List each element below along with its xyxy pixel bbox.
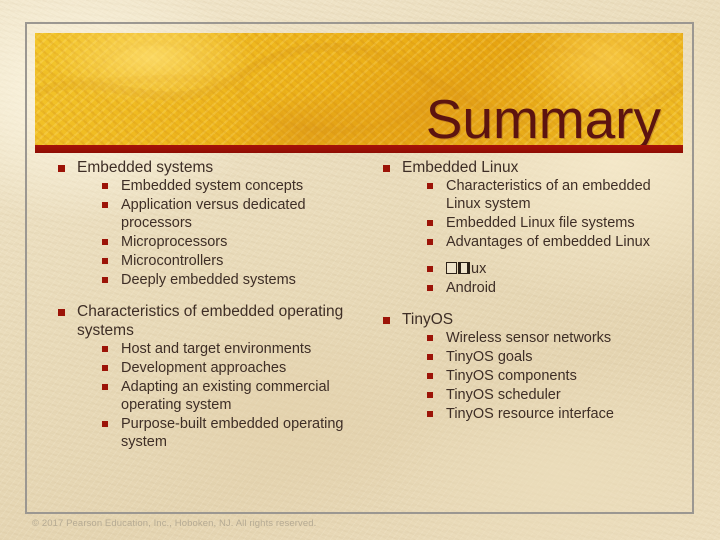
square-bullet-icon: [102, 183, 108, 189]
square-bullet-icon: [427, 239, 433, 245]
square-bullet-icon: [102, 277, 108, 283]
outline-item-characteristics-of-embedded-operating-systems: Characteristics of embedded operating sy…: [55, 302, 365, 451]
outline-subitem-uclinux: ux: [421, 260, 680, 278]
outline-subitem-adapting-an-existing-commercial-operating-system: Adapting an existing commercial operatin…: [96, 378, 365, 414]
outline-sublist: Characteristics of an embedded Linux sys…: [421, 177, 680, 297]
outline-subitem-label: Development approaches: [121, 360, 287, 376]
outline-item-embedded-linux: Embedded Linux Characteristics of an emb…: [380, 158, 680, 297]
outline-subitem-label: TinyOS components: [446, 368, 577, 384]
outline-item-label: Embedded Linux: [402, 159, 519, 176]
outline-subitem-tinyos-resource-interface: TinyOS resource interface: [421, 405, 680, 423]
outline-subitem-label: Deeply embedded systems: [121, 272, 296, 288]
outline-subitem-host-and-target-environments: Host and target environments: [96, 340, 365, 358]
square-bullet-icon: [102, 365, 108, 371]
page-title: Summary: [425, 88, 661, 146]
outline-subitem-label: Adapting an existing commercial operatin…: [121, 379, 330, 413]
outline-subitem-label: Microprocessors: [121, 234, 228, 250]
outline-subitem-label: Advantages of embedded Linux: [446, 234, 650, 250]
square-bullet-icon: [427, 220, 433, 226]
square-bullet-icon: [102, 202, 108, 208]
outline-column-left: Embedded systems Embedded system concept…: [55, 158, 365, 452]
outline-subitem-application-versus-dedicated-processors: Application versus dedicated processors: [96, 196, 365, 232]
square-bullet-icon: [102, 258, 108, 264]
outline-subitem-label: Embedded system concepts: [121, 178, 304, 194]
square-bullet-icon: [383, 165, 390, 172]
outline-item-label: Characteristics of embedded operating sy…: [77, 303, 344, 339]
outline-subitem-tinyos-goals: TinyOS goals: [421, 348, 680, 366]
outline-subitem-wireless-sensor-networks: Wireless sensor networks: [421, 329, 680, 347]
outline-subitem-deeply-embedded-systems: Deeply embedded systems: [96, 271, 365, 289]
title-banner: Summary: [35, 33, 683, 145]
missing-glyph-box-icon: [458, 262, 470, 274]
square-bullet-icon: [102, 239, 108, 245]
square-bullet-icon: [58, 165, 65, 172]
presentation-slide: Summary Embedded systems Embedded system…: [0, 0, 720, 540]
outline-subitem-label: Wireless sensor networks: [446, 330, 612, 346]
outline-subitem-tinyos-scheduler: TinyOS scheduler: [421, 386, 680, 404]
outline-subitem-tinyos-components: TinyOS components: [421, 367, 680, 385]
outline-subitem-embedded-linux-file-systems: Embedded Linux file systems: [421, 214, 680, 232]
square-bullet-icon: [427, 183, 433, 189]
outline-subitem-label: Microcontrollers: [121, 253, 224, 269]
copyright-footer: © 2017 Pearson Education, Inc., Hoboken,…: [32, 518, 317, 529]
outline-subitem-label: TinyOS goals: [446, 349, 533, 365]
outline-subitem-purpose-built-embedded-operating-system: Purpose-built embedded operating system: [96, 415, 365, 451]
outline-subitem-label: Embedded Linux file systems: [446, 215, 635, 231]
outline-subitem-characteristics-of-an-embedded-linux-system: Characteristics of an embedded Linux sys…: [421, 177, 680, 213]
outline-subitem-label-uclinux-glyph: ux: [446, 261, 486, 277]
square-bullet-icon: [383, 317, 390, 324]
outline-subitem-development-approaches: Development approaches: [96, 359, 365, 377]
outline-item-label: TinyOS: [402, 311, 454, 328]
square-bullet-icon: [102, 346, 108, 352]
outline-subitem-label: TinyOS scheduler: [446, 387, 561, 403]
outline-subitem-advantages-of-embedded-linux: Advantages of embedded Linux: [421, 233, 680, 251]
outline-subitem-microprocessors: Microprocessors: [96, 233, 365, 251]
square-bullet-icon: [427, 411, 433, 417]
outline-subitem-label: Purpose-built embedded operating system: [121, 416, 344, 450]
missing-glyph-box-icon: [446, 262, 457, 274]
slide-content: Embedded systems Embedded system concept…: [35, 158, 683, 506]
outline-sublist: Host and target environments Development…: [96, 340, 365, 451]
outline-item-tinyos: TinyOS Wireless sensor networks TinyOS g…: [380, 310, 680, 423]
square-bullet-icon: [427, 285, 433, 291]
outline-subitem-label: Host and target environments: [121, 341, 312, 357]
outline-subitem-label: Android: [446, 280, 496, 296]
square-bullet-icon: [427, 392, 433, 398]
square-bullet-icon: [102, 421, 108, 427]
outline-subitem-label: Application versus dedicated processors: [121, 197, 306, 231]
outline-item-label: Embedded systems: [77, 159, 214, 176]
outline-subitem-android: Android: [421, 279, 680, 297]
outline-item-embedded-systems: Embedded systems Embedded system concept…: [55, 158, 365, 289]
outline-list-left: Embedded systems Embedded system concept…: [55, 158, 365, 451]
square-bullet-icon: [427, 354, 433, 360]
outline-sublist: Embedded system concepts Application ver…: [96, 177, 365, 289]
outline-list-right: Embedded Linux Characteristics of an emb…: [380, 158, 680, 423]
outline-sublist: Wireless sensor networks TinyOS goals Ti…: [421, 329, 680, 423]
outline-subitem-label: Characteristics of an embedded Linux sys…: [446, 178, 651, 212]
outline-column-right: Embedded Linux Characteristics of an emb…: [380, 158, 680, 424]
square-bullet-icon: [58, 309, 65, 316]
title-accent-bar: [35, 145, 683, 153]
square-bullet-icon: [427, 266, 433, 272]
square-bullet-icon: [427, 335, 433, 341]
outline-subitem-microcontrollers: Microcontrollers: [96, 252, 365, 270]
square-bullet-icon: [427, 373, 433, 379]
square-bullet-icon: [102, 384, 108, 390]
outline-subitem-label: TinyOS resource interface: [446, 406, 614, 422]
outline-subitem-embedded-system-concepts: Embedded system concepts: [96, 177, 365, 195]
